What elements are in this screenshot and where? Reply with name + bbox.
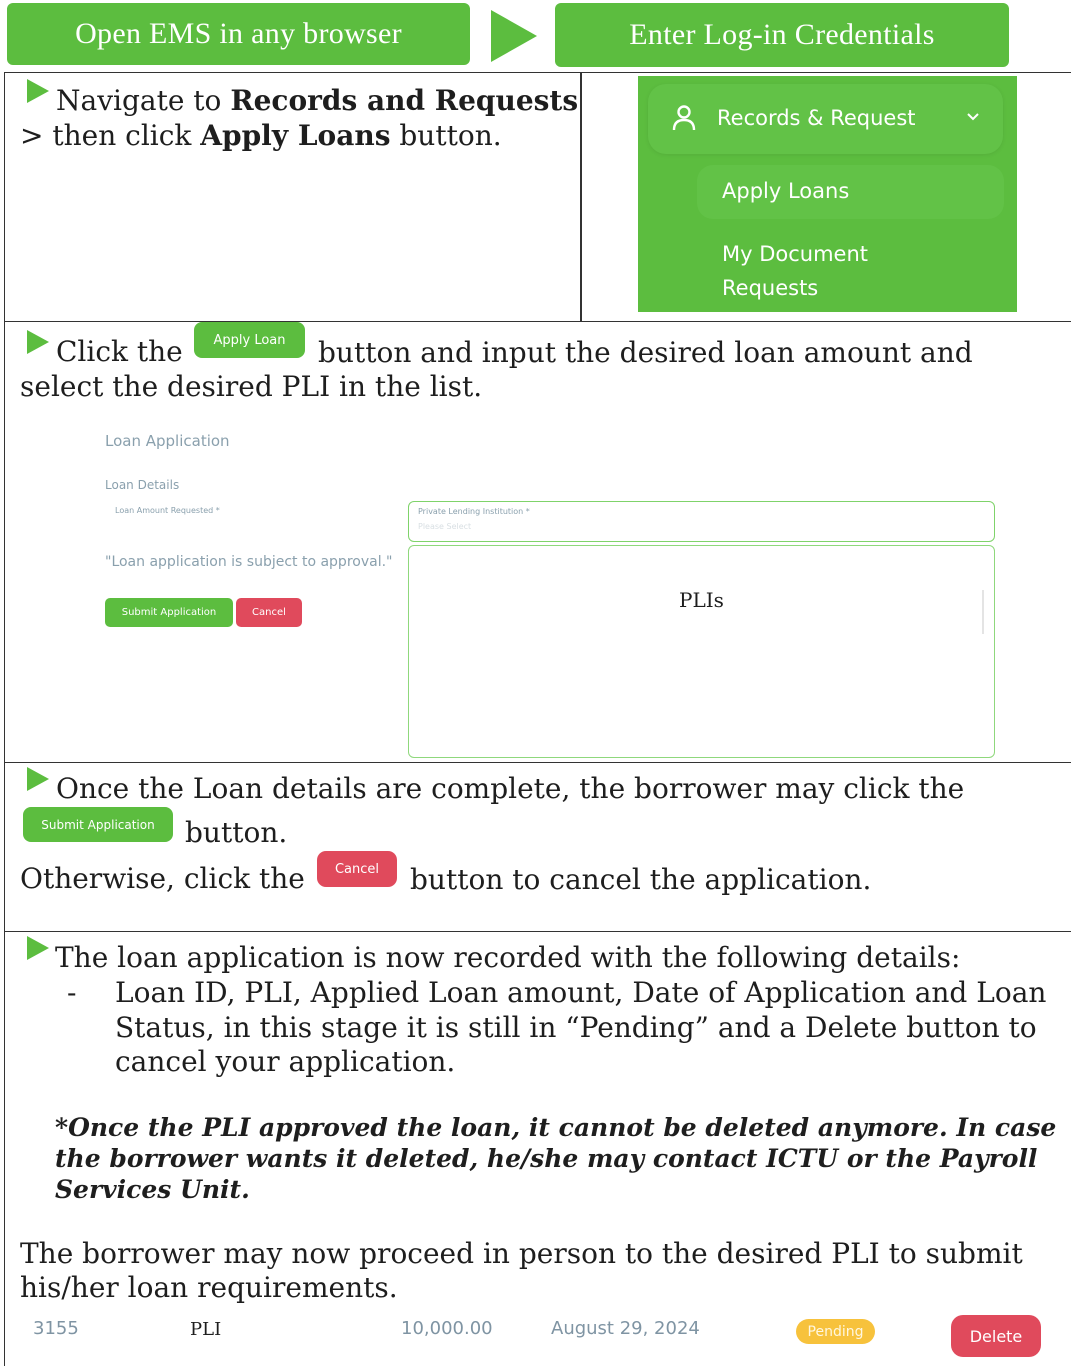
deletion-note-line2: the borrower wants it deleted, he/she ma… xyxy=(55,1144,1038,1173)
cancel-button[interactable]: Cancel xyxy=(236,598,302,627)
play-arrow-icon xyxy=(491,10,537,62)
navigate-instruction-line1: Navigate to Records and Requests xyxy=(56,84,579,117)
step-login-banner: Enter Log-in Credentials xyxy=(555,3,1009,67)
status-badge: Pending xyxy=(796,1319,875,1344)
sidebar-item-my-document-requests[interactable]: My Document xyxy=(722,242,868,266)
bullet-dash: - xyxy=(67,976,77,1009)
submit-application-button[interactable]: Submit Application xyxy=(105,598,233,627)
cancel-instruction-pre: Otherwise, click the xyxy=(20,862,305,895)
sidebar-item-label: Apply Loans xyxy=(722,179,850,203)
pli-select-label: Private Lending Institution * xyxy=(418,507,530,516)
section-divider xyxy=(580,73,582,321)
chevron-down-icon xyxy=(967,113,979,121)
cancel-instruction-post: button to cancel the application. xyxy=(410,863,872,896)
apply-instruction-pre: Click the xyxy=(56,335,183,368)
deletion-note-line1: *Once the PLI approved the loan, it cann… xyxy=(55,1113,1057,1142)
navigate-instruction-line2: > then click Apply Loans button. xyxy=(20,119,502,152)
loan-amount-label: Loan Amount Requested * xyxy=(115,506,220,515)
cancel-button[interactable]: Cancel xyxy=(317,851,397,887)
recorded-intro: The loan application is now recorded wit… xyxy=(55,941,961,974)
approval-note: "Loan application is subject to approval… xyxy=(105,554,393,570)
form-title: Loan Application xyxy=(105,432,230,450)
submit-instruction-line2: button. xyxy=(185,816,288,849)
submit-application-button[interactable]: Submit Application xyxy=(23,807,173,842)
pli-list-scrollbar[interactable] xyxy=(982,590,984,634)
apply-instruction-line2: select the desired PLI in the list. xyxy=(20,370,483,403)
pli-dropdown-list[interactable] xyxy=(408,545,995,758)
proceed-line2: his/her loan requirements. xyxy=(20,1271,398,1304)
details-line1: Loan ID, PLI, Applied Loan amount, Date … xyxy=(115,976,1047,1009)
sidebar-item-label: Records & Request xyxy=(717,106,916,130)
sidebar-item-label: Requests xyxy=(722,276,819,300)
pli-select-placeholder: Please Select xyxy=(418,522,472,531)
proceed-line1: The borrower may now proceed in person t… xyxy=(20,1237,1023,1270)
submit-instruction-line1: Once the Loan details are complete, the … xyxy=(56,772,965,805)
date-cell: August 29, 2024 xyxy=(551,1318,700,1339)
bullet-arrow-icon xyxy=(27,767,49,791)
amount-cell: 10,000.00 xyxy=(401,1318,493,1339)
details-line3: cancel your application. xyxy=(115,1045,456,1078)
bullet-arrow-icon xyxy=(27,79,49,103)
deletion-note-line3: Services Unit. xyxy=(55,1175,250,1204)
user-icon xyxy=(672,105,696,131)
pli-list-header: PLIs xyxy=(679,588,724,612)
apply-loan-button[interactable]: Apply Loan xyxy=(194,322,305,358)
bullet-arrow-icon xyxy=(27,936,49,960)
loan-id-cell: 3155 xyxy=(33,1318,79,1339)
step-open-ems-banner: Open EMS in any browser xyxy=(7,3,470,65)
apply-instruction-post: button and input the desired loan amount… xyxy=(318,336,973,369)
delete-button[interactable]: Delete xyxy=(951,1315,1041,1357)
details-line2: Status, in this stage it is still in “Pe… xyxy=(115,1011,1037,1044)
form-subtitle: Loan Details xyxy=(105,478,180,492)
bullet-arrow-icon xyxy=(27,330,49,354)
pli-cell: PLI xyxy=(190,1319,222,1340)
